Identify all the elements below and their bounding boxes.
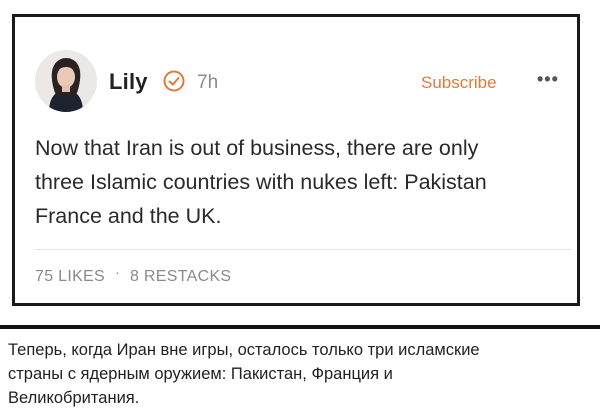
screenshot-frame: Lily 7h Subscribe ••• Now that Iran is o… (0, 0, 600, 417)
more-options-icon[interactable]: ••• (537, 69, 559, 90)
post-body: Now that Iran is out of business, there … (35, 131, 575, 233)
caption-line: Великобритания. (8, 389, 140, 407)
caption-divider (0, 325, 600, 329)
post-stats: 75 LIKES · 8 RESTACKS (35, 264, 231, 286)
translation-caption: Теперь, когда Иран вне игры, осталось то… (8, 338, 593, 410)
caption-line: страны с ядерным оружием: Пакистан, Фран… (8, 365, 393, 383)
post-body-line: Now that Iran is out of business, there … (35, 136, 479, 160)
post-timestamp: 7h (197, 72, 219, 93)
restacks-count[interactable]: 8 RESTACKS (130, 268, 231, 285)
post-body-line: three Islamic countries with nukes left:… (35, 170, 487, 194)
stats-separator: · (115, 264, 120, 280)
author-name[interactable]: Lily (109, 69, 148, 95)
avatar-portrait-icon (35, 50, 97, 112)
check-circle-icon (163, 70, 185, 92)
post-card: Lily 7h Subscribe ••• Now that Iran is o… (12, 14, 580, 306)
post-body-line: France and the UK. (35, 204, 222, 228)
likes-count[interactable]: 75 LIKES (35, 268, 105, 285)
caption-line: Теперь, когда Иран вне игры, осталось то… (8, 341, 480, 359)
avatar[interactable] (35, 50, 97, 112)
divider (35, 249, 571, 250)
subscribe-button[interactable]: Subscribe (421, 73, 497, 93)
